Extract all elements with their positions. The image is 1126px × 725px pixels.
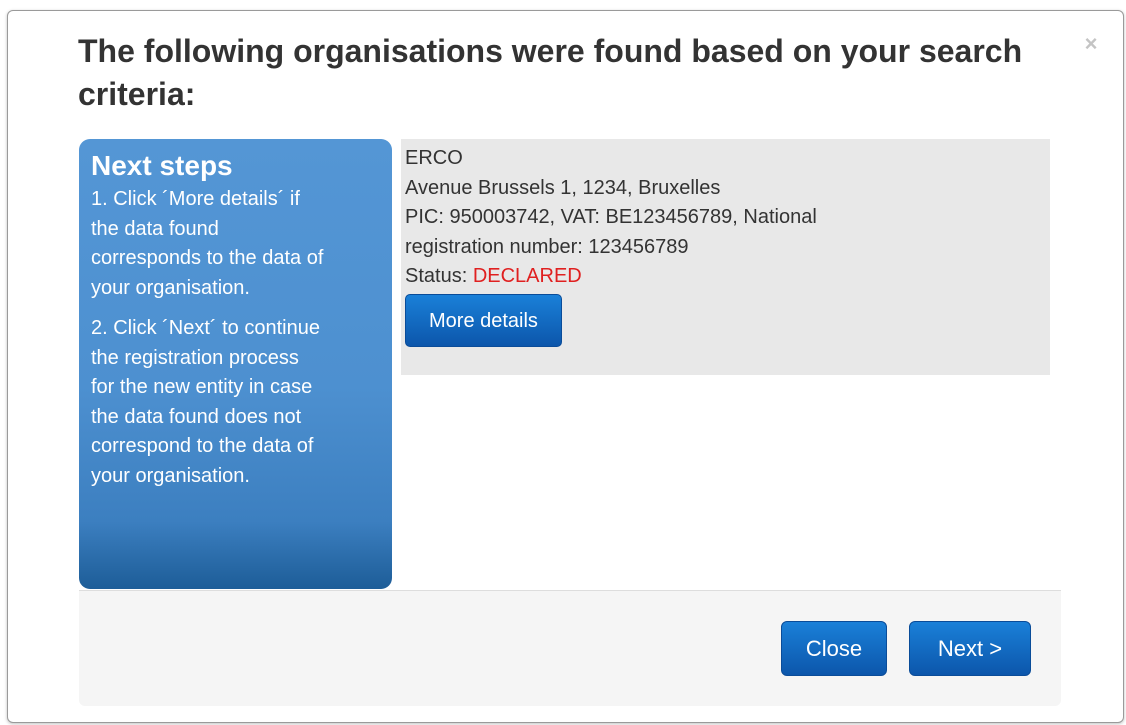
organisation-name: ERCO	[405, 147, 463, 169]
step-2-line: the data found does not	[91, 405, 302, 428]
dialog-footer: Close Next >	[79, 590, 1061, 706]
step-1-line: the data found	[91, 217, 219, 240]
close-button[interactable]: Close	[781, 621, 887, 676]
step-1-line: your organisation.	[91, 276, 250, 299]
organisation-result: ERCO Avenue Brussels 1, 1234, Bruxelles …	[401, 139, 1050, 375]
organisation-registration-number: registration number: 123456789	[405, 235, 689, 258]
more-details-button[interactable]: More details	[405, 293, 562, 347]
step-2-line: the registration process	[91, 346, 299, 369]
next-steps-panel: Next steps 1. Click ´More details´ if th…	[79, 139, 392, 589]
step-1-line: 1. Click ´More details´ if	[91, 188, 300, 210]
step-2-line: 2. Click ´Next´ to continue	[91, 317, 320, 339]
step-2-line: your organisation.	[91, 464, 250, 487]
status-label: Status:	[405, 265, 473, 287]
step-1-line: corresponds to the data of	[91, 247, 324, 269]
step-1-text: 1. Click ´More details´ if the data foun…	[91, 185, 392, 303]
status-value: DECLARED	[472, 265, 582, 287]
step-2-line: correspond to the data of	[91, 435, 314, 457]
step-2-text: 2. Click ´Next´ to continue the registra…	[91, 314, 392, 491]
organisation-ids: PIC: 950003742, VAT: BE123456789, Nation…	[405, 206, 817, 228]
next-steps-heading: Next steps	[91, 150, 233, 181]
organisation-status: Status: DECLARED	[405, 262, 1050, 292]
next-button[interactable]: Next >	[909, 621, 1031, 676]
close-icon[interactable]: ×	[1080, 33, 1102, 55]
step-2-line: for the new entity in case	[91, 376, 313, 398]
dialog-title: The following organisations were found b…	[78, 33, 1023, 112]
organisation-address: Avenue Brussels 1, 1234, Bruxelles	[405, 176, 721, 199]
